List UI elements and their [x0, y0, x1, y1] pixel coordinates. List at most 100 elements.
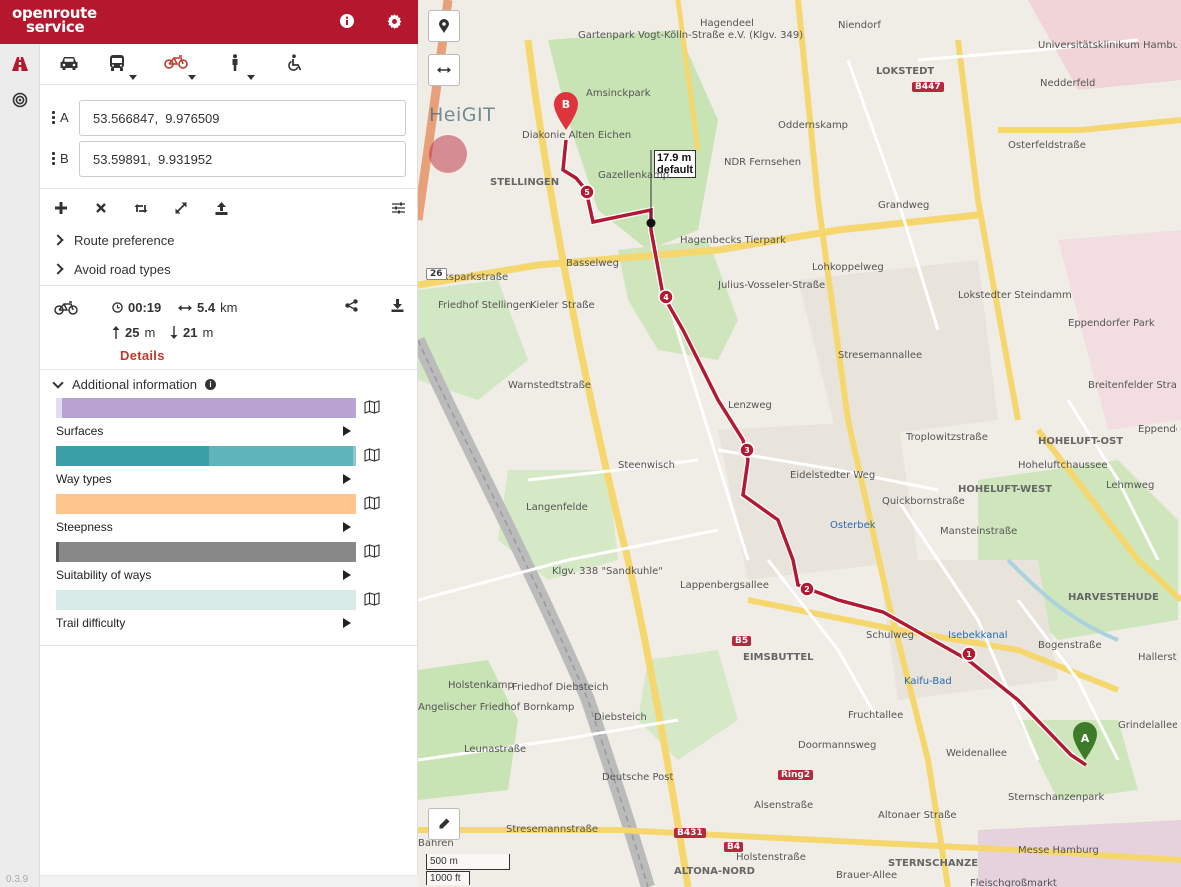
draw-button[interactable] [428, 808, 460, 840]
descent-unit: m [202, 325, 214, 340]
share-icon[interactable] [345, 299, 358, 315]
map-label: Friedhof Stellingen [438, 300, 532, 311]
waypoint-label: A [60, 110, 69, 125]
info-label: Trail difficulty [56, 616, 126, 630]
map-icon[interactable] [364, 544, 380, 558]
profile-bike[interactable] [154, 50, 198, 84]
map-label: ALTONA-NORD [674, 866, 755, 877]
road-number-shield: 26 [426, 268, 447, 280]
map-label: Eppendorfer Park [1068, 318, 1155, 329]
map-label: Holstenkamp [448, 680, 514, 691]
profile-car[interactable] [47, 50, 91, 84]
avoid-road-types-toggle[interactable]: Avoid road types [52, 259, 171, 279]
measure-distance-button[interactable] [428, 54, 460, 86]
divider [40, 645, 418, 646]
map-label: Altonaer Straße [878, 810, 957, 821]
map-label: Fleischgroßmarkt [970, 878, 1057, 887]
times-icon[interactable] [92, 199, 110, 217]
map-label: Grindelallee [1118, 720, 1177, 731]
info-bar[interactable] [56, 398, 356, 418]
map-label: Schulweg [866, 630, 914, 641]
pencil-icon [439, 818, 450, 829]
distance-unit: km [220, 300, 238, 315]
target-icon[interactable] [8, 88, 32, 112]
info-bar[interactable] [56, 494, 356, 514]
clock-icon [112, 302, 123, 313]
waypoint-b-input[interactable] [79, 141, 406, 177]
map-label: Hagendeel [700, 18, 754, 29]
expand-caret-icon[interactable] [343, 618, 351, 628]
arrow-down-icon [170, 326, 178, 339]
details-link[interactable]: Details [120, 348, 165, 363]
drag-handle-icon[interactable] [52, 111, 55, 124]
waypoint-a-input[interactable] [79, 100, 406, 136]
map-label: Basselweg [566, 258, 620, 269]
map-label: Angelischer Friedhof Bornkamp [418, 702, 575, 713]
descent: 21 m [170, 325, 213, 340]
map-label: Holstenstraße [736, 852, 806, 863]
map-label: Langenfelde [526, 502, 588, 513]
heigit-logo: HeiGIT [429, 104, 496, 126]
profile-walk[interactable] [213, 50, 257, 84]
map-label: Osterbek [830, 520, 876, 531]
sliders-icon[interactable] [389, 199, 407, 217]
map-label: Lenzweg [728, 400, 772, 411]
side-panel: A B [40, 44, 418, 887]
app-header: openroute service [0, 0, 418, 44]
route-preference-label: Route preference [74, 232, 175, 248]
info-circle-icon[interactable] [336, 10, 358, 32]
map-label: Eppende [1138, 424, 1177, 435]
map-label: Breitenfelder Straße [1088, 380, 1177, 391]
route-step-2: 2 [804, 585, 810, 594]
info-label: Surfaces [56, 424, 104, 438]
additional-info-item: Steepness [56, 494, 396, 542]
road-number-shield: B5 [732, 636, 752, 646]
info-bar[interactable] [56, 446, 356, 466]
distance-value: 5.4 [197, 300, 216, 315]
map-label: Lehmweg [1106, 480, 1155, 491]
map-label: HARVESTEHUDE [1068, 592, 1159, 603]
chevron-down-icon[interactable] [129, 75, 137, 80]
map-label: Klgv. 338 "Sandkuhle" [552, 566, 663, 577]
bicycle-icon [164, 55, 188, 69]
map-label: Diebsteich [594, 712, 647, 723]
wheelchair-icon [288, 54, 302, 71]
drag-handle-icon[interactable] [52, 152, 55, 165]
chevron-down-icon[interactable] [188, 75, 196, 80]
map-icon[interactable] [364, 496, 380, 510]
route-summary: 00:19 5.4 km 25 m 21 m Details [40, 285, 418, 370]
map-label: Kaifu-Bad [904, 676, 952, 687]
upload-icon[interactable] [212, 199, 230, 217]
map-icon[interactable] [364, 448, 380, 462]
map-label: Gazellenkamp [598, 170, 670, 181]
info-bar[interactable] [56, 542, 356, 562]
profile-bus[interactable] [95, 50, 139, 84]
download-icon[interactable] [391, 299, 404, 315]
retweet-icon[interactable] [132, 199, 150, 217]
map-icon[interactable] [364, 592, 380, 606]
info-circle-icon[interactable]: i [205, 379, 217, 390]
expand-caret-icon[interactable] [343, 570, 351, 580]
expand-icon[interactable] [172, 199, 190, 217]
route-preference-toggle[interactable]: Route preference [52, 230, 175, 250]
map-label: Lohkoppelweg [812, 262, 884, 273]
profile-wheelchair[interactable] [273, 50, 317, 84]
version-label: 0.3.9 [6, 874, 29, 885]
map-label: Niendorf [838, 20, 881, 31]
gear-icon[interactable] [383, 10, 405, 32]
place-marker-button[interactable] [428, 10, 460, 42]
map-label: Stresemannstraße [506, 824, 599, 835]
chevron-down-icon[interactable] [247, 75, 255, 80]
plus-icon[interactable] [52, 199, 70, 217]
map[interactable]: 1 2 3 4 5 B A HeiGIT 17.9 m default Gart… [418, 0, 1181, 887]
expand-caret-icon[interactable] [343, 522, 351, 532]
left-rail: 0.3.9 [0, 44, 40, 887]
expand-caret-icon[interactable] [343, 426, 351, 436]
info-bar[interactable] [56, 590, 356, 610]
map-icon[interactable] [364, 400, 380, 414]
openrouteservice-logo[interactable]: openroute service [12, 6, 97, 35]
additional-info-toggle[interactable]: Additional information i [52, 376, 217, 392]
expand-caret-icon[interactable] [343, 474, 351, 484]
road-icon[interactable] [8, 52, 32, 76]
pedestrian-icon [232, 54, 238, 71]
